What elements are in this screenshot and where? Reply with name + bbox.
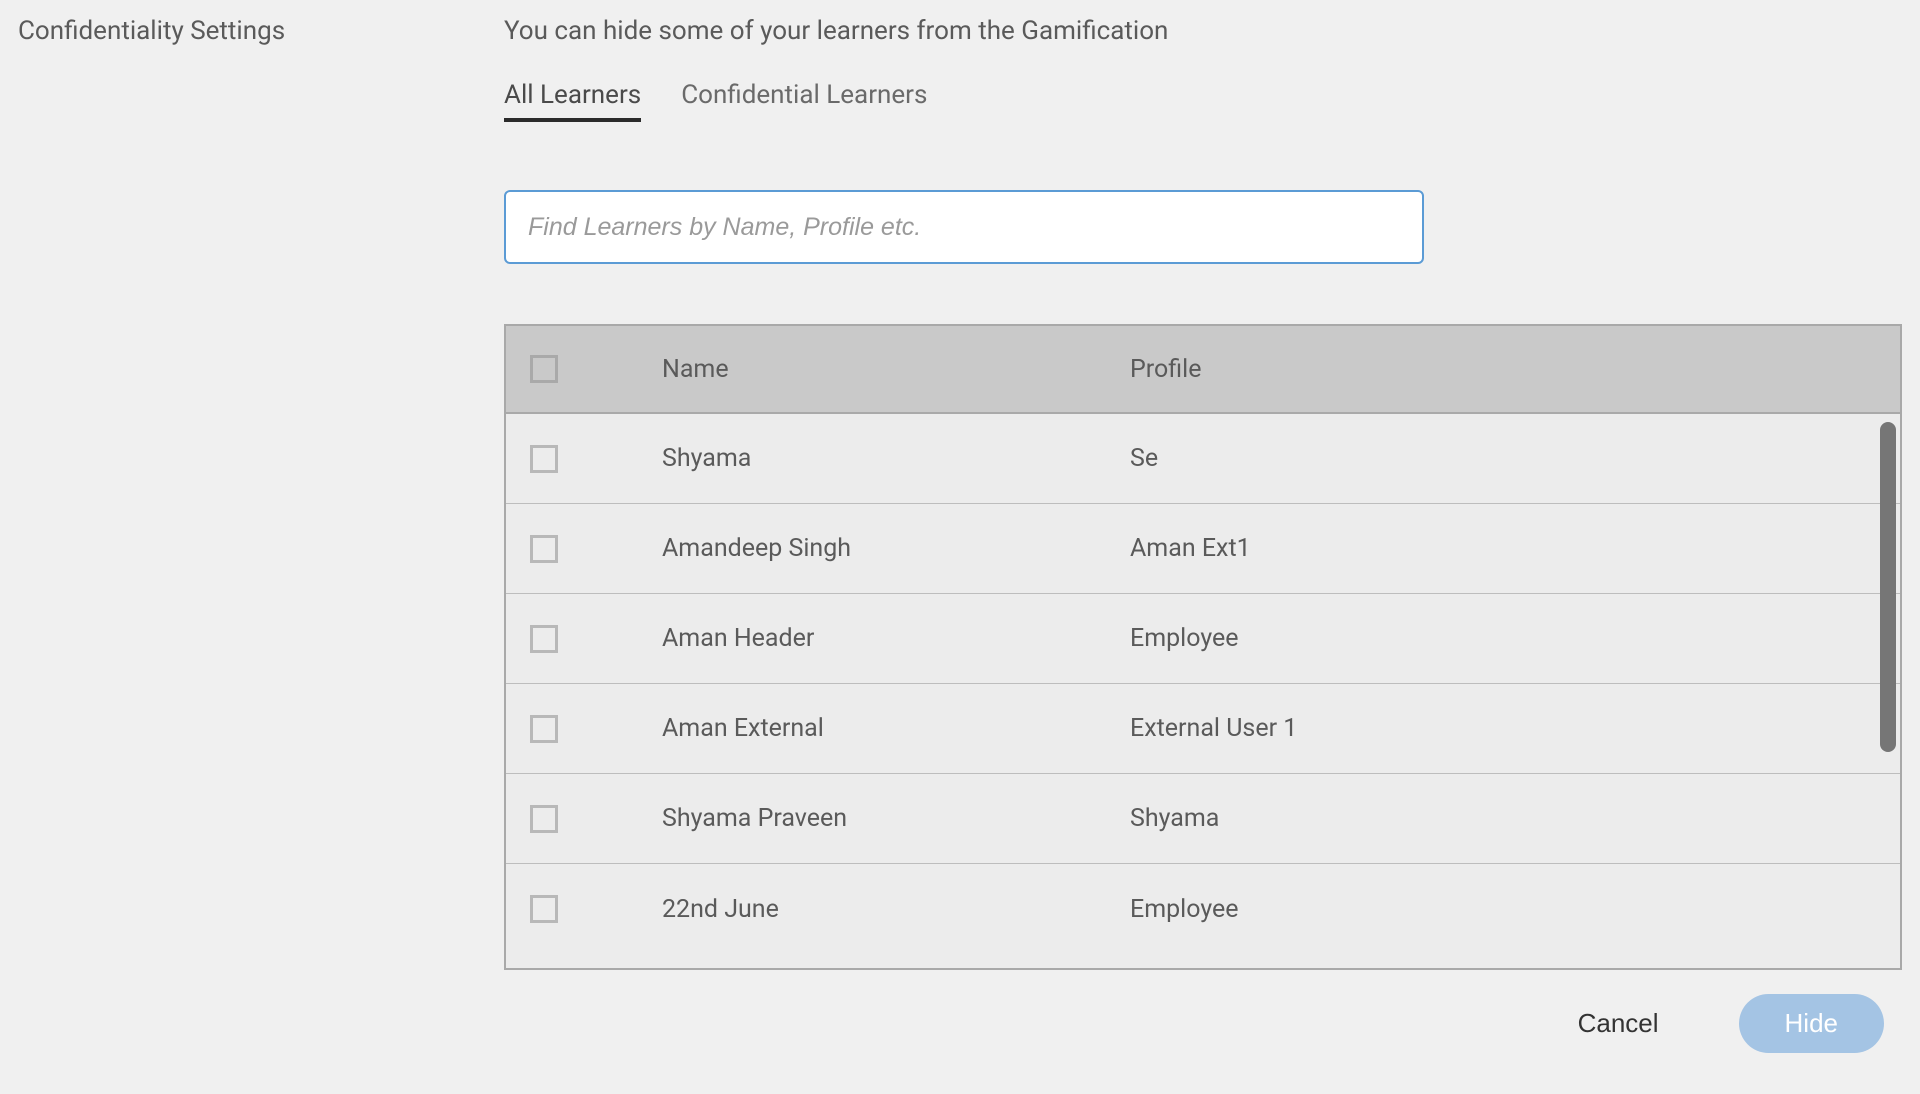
row-name: Shyama Praveen (662, 804, 1130, 833)
row-profile: External User 1 (1130, 714, 1900, 743)
description-text: You can hide some of your learners from … (504, 16, 1902, 46)
cancel-button[interactable]: Cancel (1578, 1008, 1659, 1039)
header-profile: Profile (1130, 355, 1900, 384)
tab-confidential-learners[interactable]: Confidential Learners (681, 80, 927, 122)
scrollbar-thumb[interactable] (1880, 422, 1896, 752)
row-checkbox[interactable] (530, 625, 558, 653)
row-name: Aman Header (662, 624, 1130, 653)
row-profile: Employee (1130, 895, 1900, 924)
tabs-container: All Learners Confidential Learners (504, 80, 1902, 122)
table-row: 22nd June Employee (506, 864, 1900, 954)
section-title: Confidentiality Settings (18, 16, 504, 46)
header-name: Name (662, 355, 1130, 384)
table-body: Shyama Se Amandeep Singh Aman Ext1 Aman … (506, 414, 1900, 970)
row-checkbox[interactable] (530, 445, 558, 473)
table-row: Aman Header Employee (506, 594, 1900, 684)
row-name: 22nd June (662, 895, 1130, 924)
row-name: Shyama (662, 444, 1130, 473)
row-profile: Se (1130, 444, 1900, 473)
row-name: Aman External (662, 714, 1130, 743)
learners-table: Name Profile Shyama Se Amandeep Singh Am… (504, 324, 1902, 970)
table-row: Aman External External User 1 (506, 684, 1900, 774)
row-profile: Aman Ext1 (1130, 534, 1900, 563)
footer-actions: Cancel Hide (504, 994, 1902, 1053)
hide-button[interactable]: Hide (1739, 994, 1884, 1053)
select-all-checkbox[interactable] (530, 355, 558, 383)
row-checkbox[interactable] (530, 715, 558, 743)
row-checkbox[interactable] (530, 805, 558, 833)
row-name: Amandeep Singh (662, 534, 1130, 563)
table-row: Amandeep Singh Aman Ext1 (506, 504, 1900, 594)
row-checkbox[interactable] (530, 535, 558, 563)
search-input[interactable] (504, 190, 1424, 264)
row-profile: Employee (1130, 624, 1900, 653)
scrollbar-track[interactable] (1880, 422, 1896, 960)
table-header: Name Profile (506, 326, 1900, 414)
table-row: Shyama Praveen Shyama (506, 774, 1900, 864)
row-profile: Shyama (1130, 804, 1900, 833)
table-row: Shyama Se (506, 414, 1900, 504)
row-checkbox[interactable] (530, 895, 558, 923)
tab-all-learners[interactable]: All Learners (504, 80, 641, 122)
